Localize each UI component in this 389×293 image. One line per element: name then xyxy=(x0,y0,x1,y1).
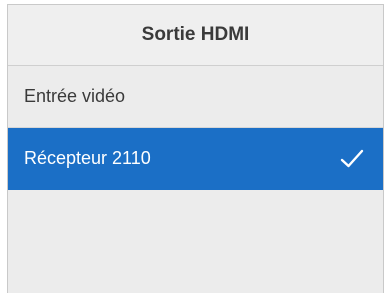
menu-header: Sortie HDMI xyxy=(8,5,383,66)
option-recepteur-2110[interactable]: Récepteur 2110 xyxy=(8,128,383,190)
option-entree-video[interactable]: Entrée vidéo xyxy=(8,66,383,128)
checkmark-icon xyxy=(339,148,365,170)
option-list: Entrée vidéo Récepteur 2110 xyxy=(8,66,383,190)
hdmi-output-menu: Sortie HDMI Entrée vidéo Récepteur 2110 xyxy=(7,4,384,293)
option-label: Entrée vidéo xyxy=(24,86,126,106)
option-label: Récepteur 2110 xyxy=(24,148,151,168)
menu-title: Sortie HDMI xyxy=(141,24,250,45)
